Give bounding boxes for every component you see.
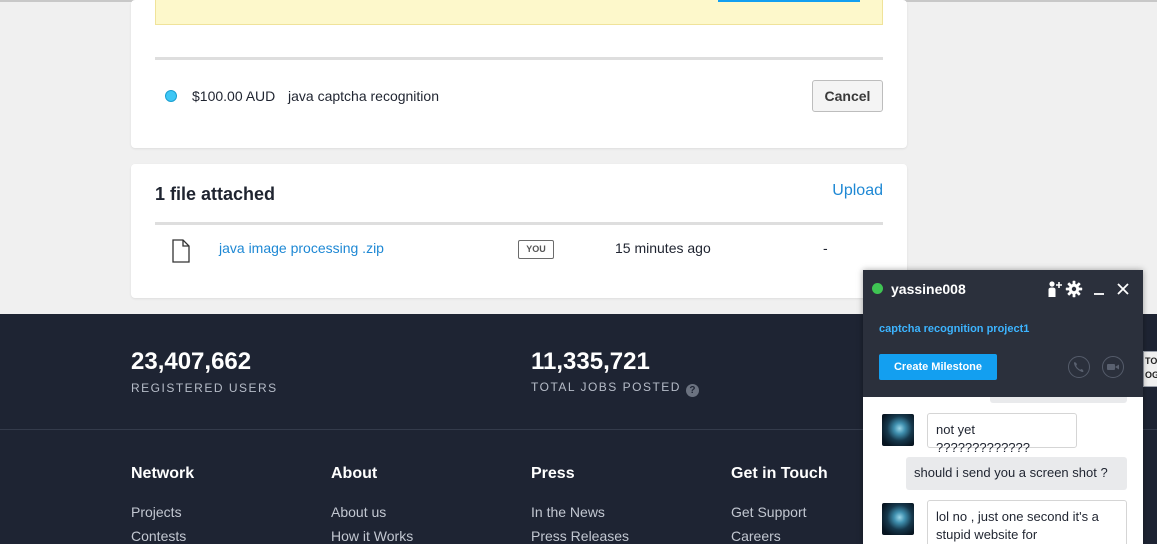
message-bubble-sent: should i send you a screen shot ?	[906, 457, 1127, 490]
footer-heading-get-in-touch: Get in Touch	[731, 465, 828, 482]
chat-window: yassine008 captcha recognition project1 …	[863, 270, 1143, 544]
owner-badge: YOU	[518, 240, 554, 259]
files-title: 1 file attached	[155, 184, 276, 204]
minimize-icon[interactable]	[1090, 280, 1108, 298]
divider	[155, 57, 883, 60]
avatar[interactable]	[882, 414, 914, 446]
phone-icon	[1074, 362, 1084, 372]
edge-badge-text-2: OG	[1145, 370, 1157, 380]
help-icon[interactable]: ?	[685, 384, 699, 397]
footer-link-projects[interactable]: Projects	[131, 504, 182, 520]
milestone-amount: $100.00 AUD	[192, 88, 276, 104]
edge-badge-text-1: TO	[1145, 356, 1157, 366]
total-jobs-label: TOTAL JOBS POSTED	[531, 380, 681, 394]
registered-users-count: 23,407,662	[131, 348, 252, 375]
notice-button-edge[interactable]	[718, 0, 860, 2]
files-panel: 1 file attached Upload java image proces…	[131, 164, 907, 298]
chat-project-link[interactable]: captcha recognition project1	[879, 323, 1029, 335]
file-extra: -	[823, 240, 828, 256]
add-user-icon[interactable]	[1045, 280, 1063, 298]
footer-link-how-it-works[interactable]: How it Works	[331, 528, 413, 544]
upload-link[interactable]: Upload	[832, 182, 883, 200]
message-bubble-partial	[990, 397, 1127, 403]
footer-link-get-support[interactable]: Get Support	[731, 504, 807, 520]
footer-heading-network: Network	[131, 465, 195, 482]
divider	[155, 222, 883, 225]
file-icon	[172, 239, 190, 263]
chat-header: yassine008 captcha recognition project1 …	[863, 270, 1143, 397]
app-store-badge-partial[interactable]: TO OG	[1143, 351, 1157, 387]
footer-link-about-us[interactable]: About us	[331, 504, 386, 520]
chat-username[interactable]: yassine008	[891, 281, 966, 297]
file-name-link[interactable]: java image processing .zip	[219, 240, 384, 256]
voice-call-button[interactable]	[1068, 356, 1090, 378]
footer-link-in-the-news[interactable]: In the News	[531, 504, 605, 520]
notice-banner	[155, 0, 883, 25]
total-jobs-count: 11,335,721	[531, 348, 650, 375]
close-icon[interactable]	[1114, 280, 1132, 298]
cancel-milestone-button[interactable]: Cancel	[812, 80, 883, 112]
gear-icon[interactable]	[1065, 280, 1083, 298]
online-status-icon	[872, 283, 883, 294]
create-milestone-button[interactable]: Create Milestone	[879, 354, 997, 380]
footer-link-contests[interactable]: Contests	[131, 528, 186, 544]
total-jobs-label-row: TOTAL JOBS POSTED?	[531, 380, 699, 397]
footer-heading-press: Press	[531, 465, 575, 482]
footer-link-press-releases[interactable]: Press Releases	[531, 528, 629, 544]
chat-messages: not yet ????????????? should i send you …	[863, 397, 1143, 544]
file-timestamp: 15 minutes ago	[615, 240, 711, 256]
milestone-description: java captcha recognition	[288, 88, 439, 104]
footer-heading-about: About	[331, 465, 378, 482]
registered-users-label: REGISTERED USERS	[131, 381, 278, 395]
footer-link-careers[interactable]: Careers	[731, 528, 781, 544]
milestone-status-dot	[165, 90, 177, 102]
video-call-button[interactable]	[1102, 356, 1124, 378]
message-bubble-received: not yet ?????????????	[927, 413, 1077, 455]
milestones-panel: $100.00 AUD java captcha recognition Can…	[131, 0, 907, 148]
avatar[interactable]	[882, 503, 914, 535]
message-bubble-received: lol no , just one second it's a stupid w…	[927, 500, 1127, 544]
video-icon	[1107, 364, 1119, 370]
